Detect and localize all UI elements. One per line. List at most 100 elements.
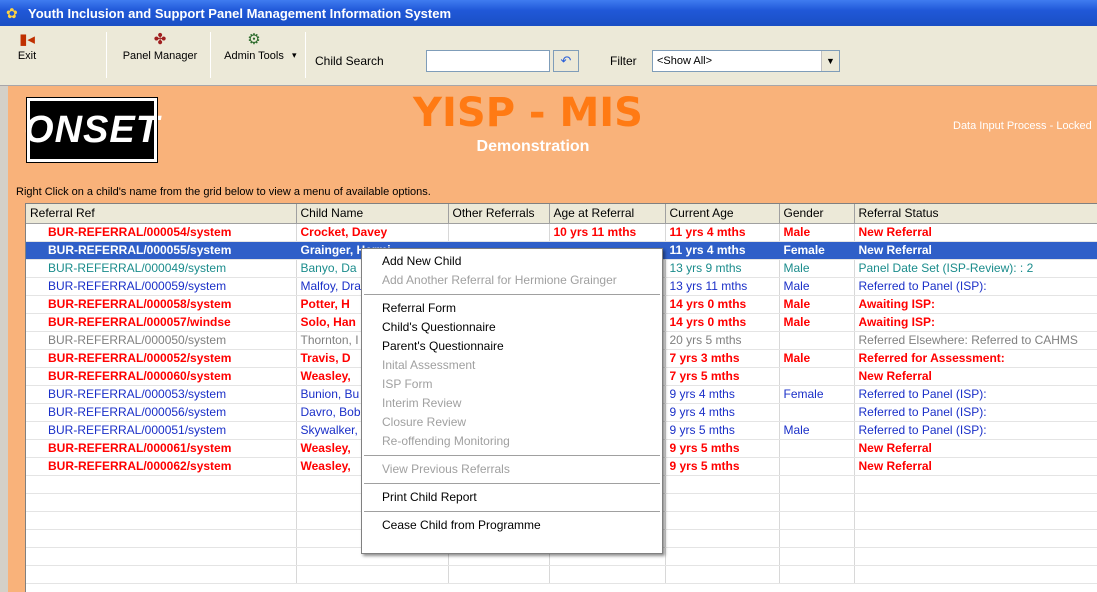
toolbar-divider xyxy=(210,32,211,78)
referral-ref-cell[interactable]: BUR-REFERRAL/000059/system xyxy=(26,277,297,296)
referral-ref-cell[interactable]: BUR-REFERRAL/000058/system xyxy=(26,295,297,314)
table-row[interactable]: BUR-REFERRAL/000054/system Crocket, Davey… xyxy=(26,223,1097,242)
gender-cell[interactable]: Male xyxy=(779,313,855,332)
referral-ref-cell[interactable]: BUR-REFERRAL/000060/system xyxy=(26,367,297,386)
referral-status-cell[interactable]: Referred for Assessment: xyxy=(854,349,1097,368)
panel-manager-button[interactable]: ✤ Panel Manager xyxy=(112,30,208,62)
empty-cell xyxy=(26,529,297,548)
referral-status-cell[interactable]: Awaiting ISP: xyxy=(854,295,1097,314)
current-age-cell[interactable]: 13 yrs 9 mths xyxy=(665,259,780,278)
gender-cell[interactable]: Male xyxy=(779,223,855,242)
empty-cell xyxy=(296,565,449,584)
referral-status-cell[interactable]: Panel Date Set (ISP-Review): : 2 xyxy=(854,259,1097,278)
window-title: Youth Inclusion and Support Panel Manage… xyxy=(28,5,452,21)
column-header[interactable]: Age at Referral xyxy=(549,204,666,224)
referral-ref-cell[interactable]: BUR-REFERRAL/000051/system xyxy=(26,421,297,440)
referral-ref-cell[interactable]: BUR-REFERRAL/000061/system xyxy=(26,439,297,458)
gender-cell[interactable]: Male xyxy=(779,421,855,440)
filter-select[interactable]: <Show All> ▼ xyxy=(652,50,840,72)
current-age-cell[interactable]: 9 yrs 4 mths xyxy=(665,385,780,404)
gender-cell[interactable]: Male xyxy=(779,295,855,314)
menu-item[interactable]: Parent's Questionnaire xyxy=(362,337,662,356)
column-header[interactable]: Referral Ref xyxy=(26,204,297,224)
menu-item[interactable]: Cease Child from Programme xyxy=(362,516,662,535)
toolbar: ▮◂ Exit ✤ Panel Manager ⚙ Admin Tools ▾ … xyxy=(0,26,1097,86)
gender-cell[interactable] xyxy=(779,403,855,422)
admin-tools-button[interactable]: ⚙ Admin Tools xyxy=(218,30,290,62)
referral-status-cell[interactable]: Referred to Panel (ISP): xyxy=(854,403,1097,422)
menu-item[interactable]: Referral Form xyxy=(362,299,662,318)
current-age-cell[interactable]: 11 yrs 4 mths xyxy=(665,223,780,242)
admin-tools-label: Admin Tools xyxy=(224,50,284,62)
other-referrals-cell[interactable] xyxy=(448,223,550,242)
referral-status-cell[interactable]: New Referral xyxy=(854,241,1097,260)
exit-button[interactable]: ▮◂ Exit xyxy=(12,30,42,62)
gender-cell[interactable] xyxy=(779,457,855,476)
referral-ref-cell[interactable]: BUR-REFERRAL/000057/windse xyxy=(26,313,297,332)
admin-tools-dropdown-icon[interactable]: ▾ xyxy=(292,50,297,61)
referral-status-cell[interactable]: Referred to Panel (ISP): xyxy=(854,421,1097,440)
empty-cell xyxy=(779,475,855,494)
menu-item[interactable]: Child's Questionnaire xyxy=(362,318,662,337)
column-header[interactable]: Referral Status xyxy=(854,204,1097,224)
referral-status-cell[interactable]: New Referral xyxy=(854,367,1097,386)
menu-item: Interim Review xyxy=(382,396,462,410)
gender-cell[interactable]: Female xyxy=(779,385,855,404)
current-age-cell[interactable]: 7 yrs 3 mths xyxy=(665,349,780,368)
column-header[interactable]: Child Name xyxy=(296,204,449,224)
gender-cell[interactable]: Male xyxy=(779,277,855,296)
search-go-icon[interactable]: ↶ xyxy=(553,50,579,72)
column-header[interactable]: Other Referrals xyxy=(448,204,550,224)
child-name-cell[interactable]: Crocket, Davey xyxy=(296,223,449,242)
gender-cell[interactable]: Male xyxy=(779,259,855,278)
column-header[interactable]: Gender xyxy=(779,204,855,224)
current-age-cell[interactable]: 9 yrs 5 mths xyxy=(665,439,780,458)
current-age-cell[interactable]: 11 yrs 4 mths xyxy=(665,241,780,260)
gender-cell[interactable] xyxy=(779,439,855,458)
referral-ref-cell[interactable]: BUR-REFERRAL/000054/system xyxy=(26,223,297,242)
current-age-cell[interactable]: 14 yrs 0 mths xyxy=(665,295,780,314)
current-age-cell[interactable]: 9 yrs 5 mths xyxy=(665,421,780,440)
age-at-referral-cell[interactable]: 10 yrs 11 mths xyxy=(549,223,666,242)
gender-cell[interactable]: Female xyxy=(779,241,855,260)
child-search-label: Child Search xyxy=(315,54,384,68)
menu-item[interactable]: Print Child Report xyxy=(362,488,662,507)
context-menu: Add New Child Add Another Referral for He… xyxy=(361,248,663,554)
referral-status-cell[interactable]: New Referral xyxy=(854,439,1097,458)
referral-ref-cell[interactable]: BUR-REFERRAL/000056/system xyxy=(26,403,297,422)
chevron-down-icon[interactable]: ▼ xyxy=(821,51,839,71)
menu-item[interactable]: Add New Child xyxy=(362,252,662,271)
referral-ref-cell[interactable]: BUR-REFERRAL/000052/system xyxy=(26,349,297,368)
referral-ref-cell[interactable]: BUR-REFERRAL/000050/system xyxy=(26,331,297,350)
child-search-input[interactable] xyxy=(426,50,550,72)
referral-status-cell[interactable]: Referred Elsewhere: Referred to CAHMS xyxy=(854,331,1097,350)
empty-cell xyxy=(665,511,780,530)
menu-separator xyxy=(364,483,660,484)
current-age-cell[interactable]: 9 yrs 5 mths xyxy=(665,457,780,476)
referral-status-cell[interactable]: Referred to Panel (ISP): xyxy=(854,385,1097,404)
referral-status-cell[interactable]: Awaiting ISP: xyxy=(854,313,1097,332)
grid-header: Referral Ref Child Name Other Referrals Age… xyxy=(26,204,1097,224)
referral-ref-cell[interactable]: BUR-REFERRAL/000049/system xyxy=(26,259,297,278)
empty-cell xyxy=(854,511,1097,530)
current-age-cell[interactable]: 9 yrs 4 mths xyxy=(665,403,780,422)
empty-cell xyxy=(665,565,780,584)
exit-label: Exit xyxy=(17,50,37,62)
empty-cell xyxy=(854,547,1097,566)
current-age-cell[interactable]: 13 yrs 11 mths xyxy=(665,277,780,296)
gender-cell[interactable] xyxy=(779,367,855,386)
referral-status-cell[interactable]: New Referral xyxy=(854,223,1097,242)
referral-ref-cell[interactable]: BUR-REFERRAL/000055/system xyxy=(26,241,297,260)
current-age-cell[interactable]: 14 yrs 0 mths xyxy=(665,313,780,332)
column-header[interactable]: Current Age xyxy=(665,204,780,224)
referral-ref-cell[interactable]: BUR-REFERRAL/000053/system xyxy=(26,385,297,404)
current-age-cell[interactable]: 20 yrs 5 mths xyxy=(665,331,780,350)
empty-cell xyxy=(26,493,297,512)
referral-ref-cell[interactable]: BUR-REFERRAL/000062/system xyxy=(26,457,297,476)
referral-status-cell[interactable]: New Referral xyxy=(854,457,1097,476)
current-age-cell[interactable]: 7 yrs 5 mths xyxy=(665,367,780,386)
referral-status-cell[interactable]: Referred to Panel (ISP): xyxy=(854,277,1097,296)
gender-cell[interactable] xyxy=(779,331,855,350)
gender-cell[interactable]: Male xyxy=(779,349,855,368)
empty-cell xyxy=(26,565,297,584)
